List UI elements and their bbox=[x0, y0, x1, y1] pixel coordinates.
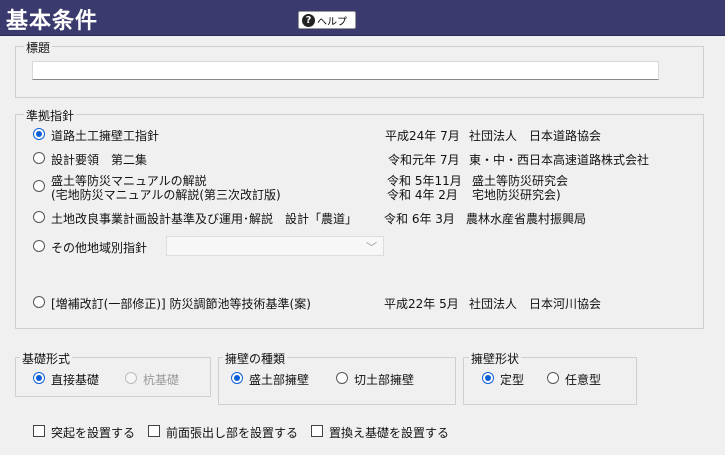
title-input[interactable] bbox=[32, 61, 659, 80]
guideline-date: 令和 6年 3月 bbox=[384, 212, 455, 226]
guideline-option-design-manual[interactable]: 設計要領 第二集 bbox=[33, 151, 147, 168]
wall-type-option-label: 切土部擁壁 bbox=[354, 373, 415, 387]
checkbox-protrusion[interactable]: 突起を設置する bbox=[33, 424, 135, 441]
guideline-date-block: 令和 5年11月 令和 4年 2月 bbox=[387, 174, 462, 202]
page-title: 基本条件 bbox=[6, 9, 99, 34]
radio-button[interactable] bbox=[33, 180, 45, 192]
wall-type-option-label: 盛土部擁壁 bbox=[249, 373, 310, 387]
foundation-option-direct[interactable]: 直接基礎 bbox=[33, 371, 99, 388]
radio-button[interactable] bbox=[482, 372, 494, 384]
guideline-option-label: 盛土等防災マニュアルの解説 bbox=[51, 174, 207, 188]
regional-guideline-dropdown[interactable]: ﹀ bbox=[166, 236, 384, 256]
guideline-option-land-improvement[interactable]: 土地改良事業計画設計基準及び運用･解説 設計「農道」 bbox=[33, 210, 357, 227]
guideline-option-label: [増補改訂(一部修正)] 防災調節池等技術基準(案) bbox=[51, 297, 311, 311]
guideline-group-legend: 準拠指針 bbox=[24, 107, 77, 124]
guideline-publisher: 東・中・西日本高速道路株式会社 bbox=[469, 153, 650, 167]
radio-button[interactable] bbox=[33, 152, 45, 164]
chevron-down-icon: ﹀ bbox=[366, 241, 377, 254]
radio-button[interactable] bbox=[336, 372, 348, 384]
wall-shape-option-custom[interactable]: 任意型 bbox=[547, 371, 601, 388]
radio-button[interactable] bbox=[33, 240, 45, 252]
checkbox-box[interactable] bbox=[33, 425, 45, 437]
guideline-publisher: 農林水産省農村振興局 bbox=[466, 212, 587, 226]
guideline-option-flood-control[interactable]: [増補改訂(一部修正)] 防災調節池等技術基準(案) bbox=[33, 295, 311, 312]
guideline-date-secondary: 令和 4年 2月 bbox=[387, 188, 458, 202]
help-button[interactable]: ? ヘルプ bbox=[298, 11, 356, 29]
guideline-option-label: 設計要領 第二集 bbox=[51, 153, 148, 167]
guideline-option-label-secondary: (宅地防災マニュアルの解説(第三次改訂版) bbox=[51, 188, 281, 202]
wall-shape-group-legend: 擁壁形状 bbox=[469, 350, 522, 367]
guideline-option-embankment-disaster[interactable]: 盛土等防災マニュアルの解説 (宅地防災マニュアルの解説(第三次改訂版) bbox=[33, 174, 281, 202]
checkbox-label: 突起を設置する bbox=[51, 426, 136, 440]
title-group-legend: 標題 bbox=[24, 39, 53, 56]
guideline-date: 平成22年 5月 bbox=[384, 297, 459, 311]
guideline-option-label: 道路土工擁壁工指針 bbox=[51, 129, 160, 143]
help-button-label: ヘルプ bbox=[317, 16, 347, 28]
checkbox-front-overhang[interactable]: 前面張出し部を設置する bbox=[148, 424, 298, 441]
guideline-option-regional[interactable]: その他地域別指針 bbox=[33, 239, 147, 256]
guideline-publisher: 社団法人 日本道路協会 bbox=[469, 129, 602, 143]
guideline-option-label: その他地域別指針 bbox=[51, 241, 148, 255]
foundation-option-label: 杭基礎 bbox=[143, 373, 180, 387]
foundation-group-legend: 基礎形式 bbox=[20, 350, 73, 367]
radio-button[interactable] bbox=[547, 372, 559, 384]
checkbox-replacement-foundation[interactable]: 置換え基礎を設置する bbox=[311, 424, 449, 441]
guideline-publisher: 盛土等防災研究会 bbox=[472, 174, 569, 188]
checkbox-box[interactable] bbox=[148, 425, 160, 437]
guideline-date: 令和 5年11月 bbox=[387, 174, 462, 188]
radio-button bbox=[125, 372, 137, 384]
help-icon: ? bbox=[302, 13, 315, 27]
radio-button[interactable] bbox=[33, 372, 45, 384]
radio-button[interactable] bbox=[33, 211, 45, 223]
checkbox-box[interactable] bbox=[311, 425, 323, 437]
guideline-option-road-earthwork[interactable]: 道路土工擁壁工指針 bbox=[33, 127, 159, 144]
foundation-option-pile: 杭基礎 bbox=[125, 371, 179, 388]
radio-button[interactable] bbox=[231, 372, 243, 384]
guideline-publisher-secondary: 宅地防災研究会) bbox=[472, 188, 561, 202]
wall-type-option-embankment[interactable]: 盛土部擁壁 bbox=[231, 371, 309, 388]
checkbox-label: 前面張出し部を設置する bbox=[166, 426, 299, 440]
guideline-date: 令和元年 7月 bbox=[388, 153, 460, 167]
guideline-publisher: 社団法人 日本河川協会 bbox=[469, 297, 602, 311]
wall-type-option-cut[interactable]: 切土部擁壁 bbox=[336, 371, 414, 388]
radio-button[interactable] bbox=[33, 296, 45, 308]
wall-type-group-legend: 擁壁の種類 bbox=[223, 350, 288, 367]
radio-button[interactable] bbox=[33, 128, 45, 140]
guideline-option-label: 土地改良事業計画設計基準及び運用･解説 設計「農道」 bbox=[51, 212, 358, 226]
foundation-option-label: 直接基礎 bbox=[51, 373, 100, 387]
checkbox-label: 置換え基礎を設置する bbox=[329, 426, 450, 440]
wall-shape-option-label: 定型 bbox=[500, 373, 525, 387]
wall-shape-option-label: 任意型 bbox=[565, 373, 602, 387]
guideline-date: 平成24年 7月 bbox=[385, 129, 460, 143]
wall-shape-option-standard[interactable]: 定型 bbox=[482, 371, 524, 388]
header-bar: 基本条件 ? ヘルプ bbox=[0, 0, 725, 36]
guideline-publisher-block: 盛土等防災研究会 宅地防災研究会) bbox=[472, 174, 568, 202]
